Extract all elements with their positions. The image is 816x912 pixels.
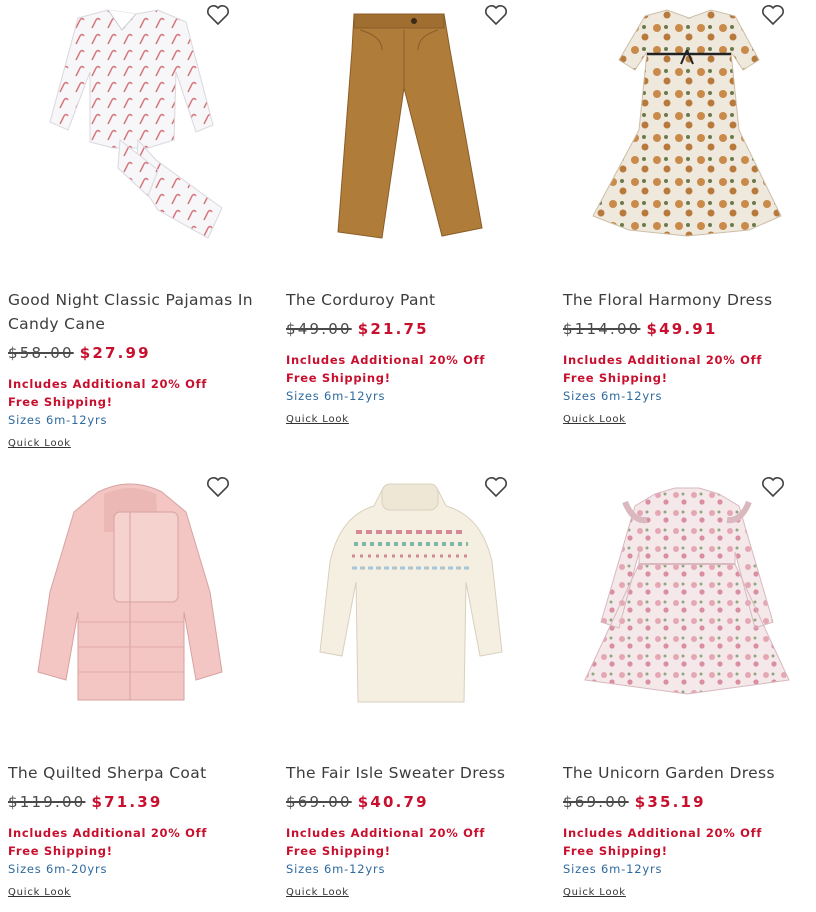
- product-title[interactable]: The Unicorn Garden Dress: [563, 761, 816, 785]
- product-image-unicorn-dress[interactable]: [563, 472, 816, 730]
- promo-text: Includes Additional 20% Off: [563, 826, 763, 840]
- sale-price: $71.39: [91, 793, 163, 811]
- original-price: $114.00: [563, 320, 641, 338]
- shipping-text: Free Shipping!: [563, 844, 668, 858]
- product-prices: $69.00 $35.19: [563, 793, 706, 811]
- sizes-text: Sizes 6m-12yrs: [563, 862, 663, 876]
- sizes-text: Sizes 6m-12yrs: [286, 389, 386, 403]
- promo-text: Includes Additional 20% Off: [563, 353, 763, 367]
- sale-price: $21.75: [357, 320, 429, 338]
- product-prices: $114.00 $49.91: [563, 320, 718, 338]
- shipping-text: Free Shipping!: [8, 395, 113, 409]
- original-price: $119.00: [8, 793, 86, 811]
- product-prices: $119.00 $71.39: [8, 793, 163, 811]
- product-prices: $49.00 $21.75: [286, 320, 429, 338]
- product-title[interactable]: The Corduroy Pant: [286, 288, 548, 312]
- product-title[interactable]: The Fair Isle Sweater Dress: [286, 761, 548, 785]
- product-title[interactable]: The Quilted Sherpa Coat: [8, 761, 270, 785]
- sale-price: $27.99: [79, 344, 151, 362]
- promo-text: Includes Additional 20% Off: [286, 353, 486, 367]
- sale-price: $40.79: [357, 793, 429, 811]
- product-prices: $58.00 $27.99: [8, 344, 151, 362]
- quick-look-link[interactable]: Quick Look: [286, 887, 349, 898]
- shipping-text: Free Shipping!: [563, 371, 668, 385]
- sizes-text: Sizes 6m-20yrs: [8, 862, 108, 876]
- product-image-sweater-dress[interactable]: [286, 472, 540, 730]
- original-price: $69.00: [563, 793, 629, 811]
- product-image-floral-dress[interactable]: [563, 0, 816, 258]
- promo-text: Includes Additional 20% Off: [286, 826, 486, 840]
- shipping-text: Free Shipping!: [286, 371, 391, 385]
- wishlist-heart-icon[interactable]: [484, 476, 508, 498]
- original-price: $49.00: [286, 320, 352, 338]
- quick-look-link[interactable]: Quick Look: [8, 887, 71, 898]
- sale-price: $35.19: [634, 793, 706, 811]
- shipping-text: Free Shipping!: [8, 844, 113, 858]
- original-price: $69.00: [286, 793, 352, 811]
- wishlist-heart-icon[interactable]: [206, 4, 230, 26]
- promo-text: Includes Additional 20% Off: [8, 826, 208, 840]
- quick-look-link[interactable]: Quick Look: [286, 414, 349, 425]
- wishlist-heart-icon[interactable]: [761, 4, 785, 26]
- original-price: $58.00: [8, 344, 74, 362]
- promo-text: Includes Additional 20% Off: [8, 377, 208, 391]
- sizes-text: Sizes 6m-12yrs: [286, 862, 386, 876]
- product-grid: Good Night Classic Pajamas In Candy Cane…: [0, 0, 816, 912]
- quick-look-link[interactable]: Quick Look: [8, 438, 71, 449]
- quick-look-link[interactable]: Quick Look: [563, 414, 626, 425]
- wishlist-heart-icon[interactable]: [761, 476, 785, 498]
- sizes-text: Sizes 6m-12yrs: [8, 413, 108, 427]
- product-title[interactable]: The Floral Harmony Dress: [563, 288, 816, 312]
- product-title[interactable]: Good Night Classic Pajamas In Candy Cane: [8, 288, 270, 336]
- product-image-sherpa-coat[interactable]: [8, 472, 262, 730]
- sale-price: $49.91: [646, 320, 718, 338]
- product-image-pajamas[interactable]: [8, 0, 262, 258]
- product-prices: $69.00 $40.79: [286, 793, 429, 811]
- wishlist-heart-icon[interactable]: [484, 4, 508, 26]
- shipping-text: Free Shipping!: [286, 844, 391, 858]
- product-image-corduroy-pant[interactable]: [286, 0, 540, 258]
- sizes-text: Sizes 6m-12yrs: [563, 389, 663, 403]
- quick-look-link[interactable]: Quick Look: [563, 887, 626, 898]
- wishlist-heart-icon[interactable]: [206, 476, 230, 498]
